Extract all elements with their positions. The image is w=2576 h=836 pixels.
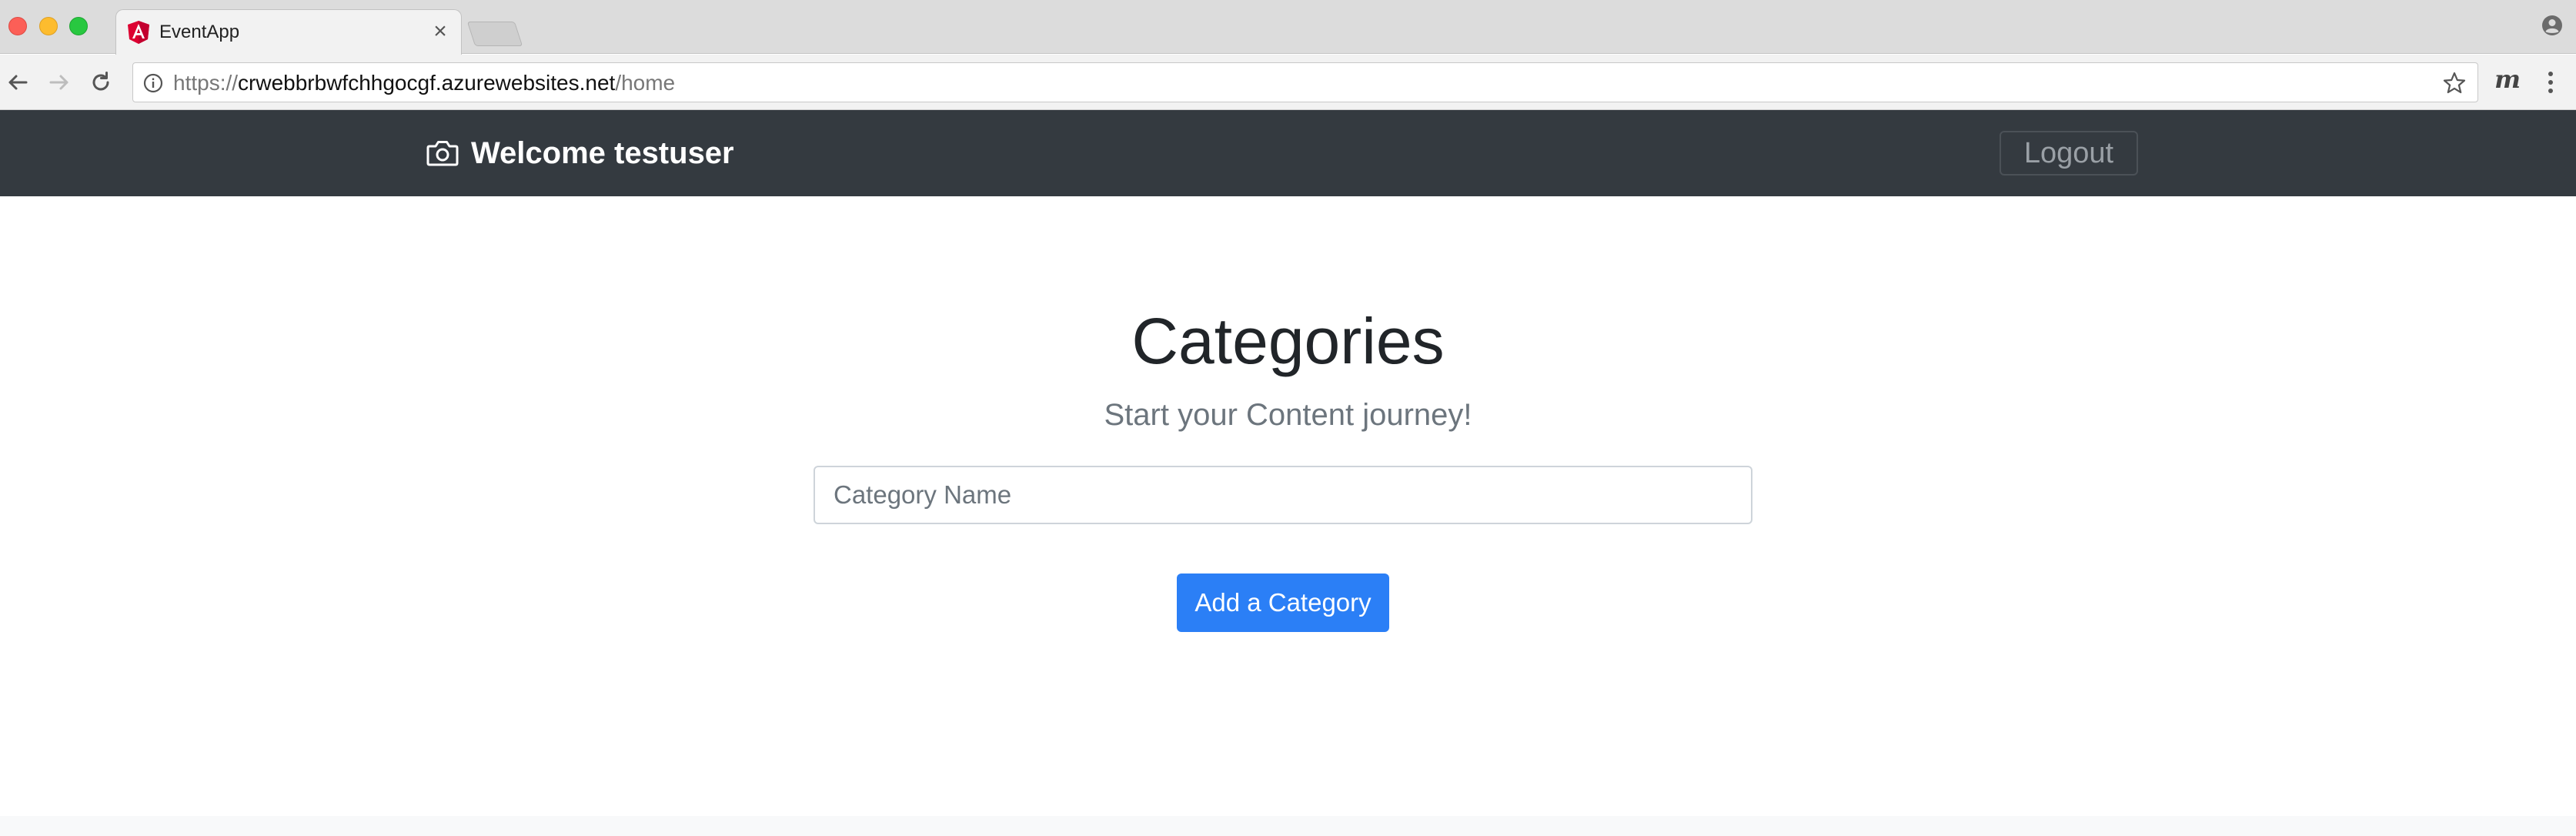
bookmark-star-icon[interactable] [2442,71,2467,95]
angular-icon [128,21,149,44]
url-host: crwebbrbwfchhgocgf.azurewebsites.net [238,71,616,95]
window-minimize-button[interactable] [39,17,58,35]
window-close-button[interactable] [8,17,27,35]
add-category-button[interactable]: Add a Category [1177,573,1389,632]
browser-tab-strip: EventApp × [0,0,2576,55]
back-arrow-icon[interactable] [5,69,31,95]
reload-icon[interactable] [88,69,114,95]
browser-toolbar: https://crwebbrbwfchhgocgf.azurewebsites… [0,55,2576,110]
category-name-input[interactable] [814,466,1752,524]
url-scheme: https:// [173,71,239,95]
browser-tab-active[interactable]: EventApp × [115,9,462,55]
profile-icon[interactable] [2541,14,2564,37]
navbar-brand[interactable]: Welcome testuser [426,135,734,172]
camera-icon [426,141,459,166]
extension-icon[interactable]: m [2494,64,2521,95]
forward-arrow-icon[interactable] [46,69,72,95]
page-title: Categories [1131,305,1445,377]
address-bar[interactable]: https://crwebbrbwfchhgocgf.azurewebsites… [132,62,2478,102]
page-subtitle: Start your Content journey! [1104,398,1472,432]
window-zoom-button[interactable] [69,17,88,35]
page-footer [0,816,2576,836]
main-content: Categories Start your Content journey! A… [0,196,2576,816]
url-path: /home [615,71,676,95]
tab-title: EventApp [159,22,240,42]
app-navbar: Welcome testuser Logout [0,110,2576,196]
welcome-text: Welcome testuser [471,136,734,170]
address-url: https://crwebbrbwfchhgocgf.azurewebsites… [173,71,675,95]
new-tab-button[interactable] [466,22,523,46]
logout-button[interactable]: Logout [2000,131,2138,176]
info-icon[interactable] [142,72,164,94]
browser-menu-icon[interactable] [2540,67,2561,98]
tab-close-icon[interactable]: × [429,20,452,43]
